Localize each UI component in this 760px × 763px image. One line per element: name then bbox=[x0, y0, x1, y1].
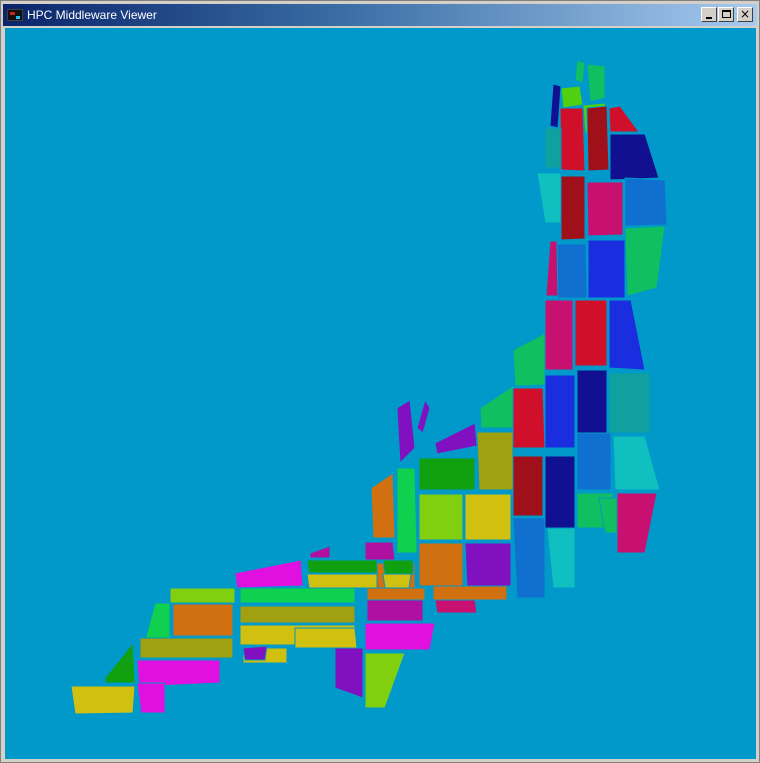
minimize-icon bbox=[706, 17, 712, 19]
map-region bbox=[306, 573, 378, 589]
map-region bbox=[586, 105, 610, 172]
map-region bbox=[382, 573, 412, 589]
map-region bbox=[294, 627, 358, 649]
map-region bbox=[549, 83, 562, 129]
map-region bbox=[560, 175, 586, 241]
app-icon[interactable] bbox=[7, 9, 23, 21]
map-region bbox=[104, 641, 136, 684]
map-region bbox=[364, 622, 436, 651]
map-region bbox=[586, 181, 624, 237]
map-region bbox=[612, 435, 661, 491]
map-region bbox=[560, 85, 584, 109]
map-region bbox=[416, 398, 431, 434]
map-region bbox=[609, 133, 660, 181]
map-region bbox=[366, 587, 426, 601]
map-region bbox=[434, 422, 478, 455]
map-region bbox=[434, 599, 478, 614]
map-region bbox=[366, 599, 424, 622]
map-region bbox=[479, 385, 514, 429]
map-region bbox=[418, 457, 476, 491]
map-region bbox=[464, 493, 512, 541]
viewer-window: HPC Middleware Viewer × bbox=[0, 0, 760, 763]
map-region bbox=[418, 493, 464, 541]
map-region bbox=[136, 682, 166, 714]
map-region bbox=[382, 559, 414, 575]
map-region bbox=[512, 517, 546, 599]
map-region bbox=[70, 685, 136, 715]
minimize-button[interactable] bbox=[701, 7, 717, 22]
map-region bbox=[242, 645, 268, 661]
map-region bbox=[544, 127, 562, 169]
map-region bbox=[545, 240, 559, 297]
map-region bbox=[536, 172, 562, 224]
map-region bbox=[574, 59, 586, 84]
map-region bbox=[556, 243, 588, 299]
map-region bbox=[586, 63, 606, 103]
map-region bbox=[587, 239, 626, 299]
window-title: HPC Middleware Viewer bbox=[27, 8, 157, 22]
close-button[interactable]: × bbox=[737, 7, 753, 22]
map-region bbox=[396, 399, 416, 465]
map-region bbox=[512, 455, 544, 517]
map-region bbox=[464, 542, 512, 587]
map-region bbox=[169, 587, 236, 604]
map-region bbox=[512, 332, 546, 387]
map-region bbox=[418, 542, 464, 587]
map-region bbox=[364, 652, 406, 709]
map-region bbox=[544, 455, 576, 529]
map-region bbox=[608, 372, 651, 434]
map-region bbox=[334, 647, 364, 699]
map-region bbox=[476, 431, 514, 491]
map-region bbox=[624, 225, 666, 297]
map-region bbox=[574, 299, 608, 367]
map-region bbox=[370, 472, 396, 539]
map-region bbox=[512, 387, 546, 449]
map-region bbox=[616, 492, 658, 554]
map-region bbox=[172, 603, 234, 637]
map-region bbox=[306, 559, 378, 574]
map-region bbox=[309, 545, 331, 559]
maximize-icon bbox=[722, 10, 731, 18]
map-region bbox=[576, 432, 612, 491]
map-region bbox=[144, 602, 171, 641]
map-region bbox=[396, 467, 418, 554]
map-region bbox=[608, 105, 640, 133]
map-region bbox=[576, 369, 608, 434]
map-region bbox=[364, 541, 396, 561]
map-region bbox=[432, 585, 508, 601]
map-region bbox=[608, 299, 646, 371]
map-region bbox=[139, 637, 234, 659]
map-region bbox=[239, 587, 356, 604]
maximize-button[interactable] bbox=[718, 7, 734, 22]
map-region bbox=[544, 299, 574, 371]
map-region bbox=[559, 107, 586, 172]
map-region bbox=[544, 374, 576, 449]
map-region bbox=[546, 527, 576, 589]
map-region bbox=[234, 559, 304, 589]
title-bar[interactable]: HPC Middleware Viewer × bbox=[3, 4, 757, 26]
render-canvas[interactable] bbox=[5, 28, 756, 759]
close-icon: × bbox=[739, 7, 751, 21]
partition-map bbox=[70, 59, 668, 715]
map-region bbox=[239, 605, 356, 624]
map-region bbox=[624, 177, 668, 227]
window-controls: × bbox=[700, 7, 753, 22]
